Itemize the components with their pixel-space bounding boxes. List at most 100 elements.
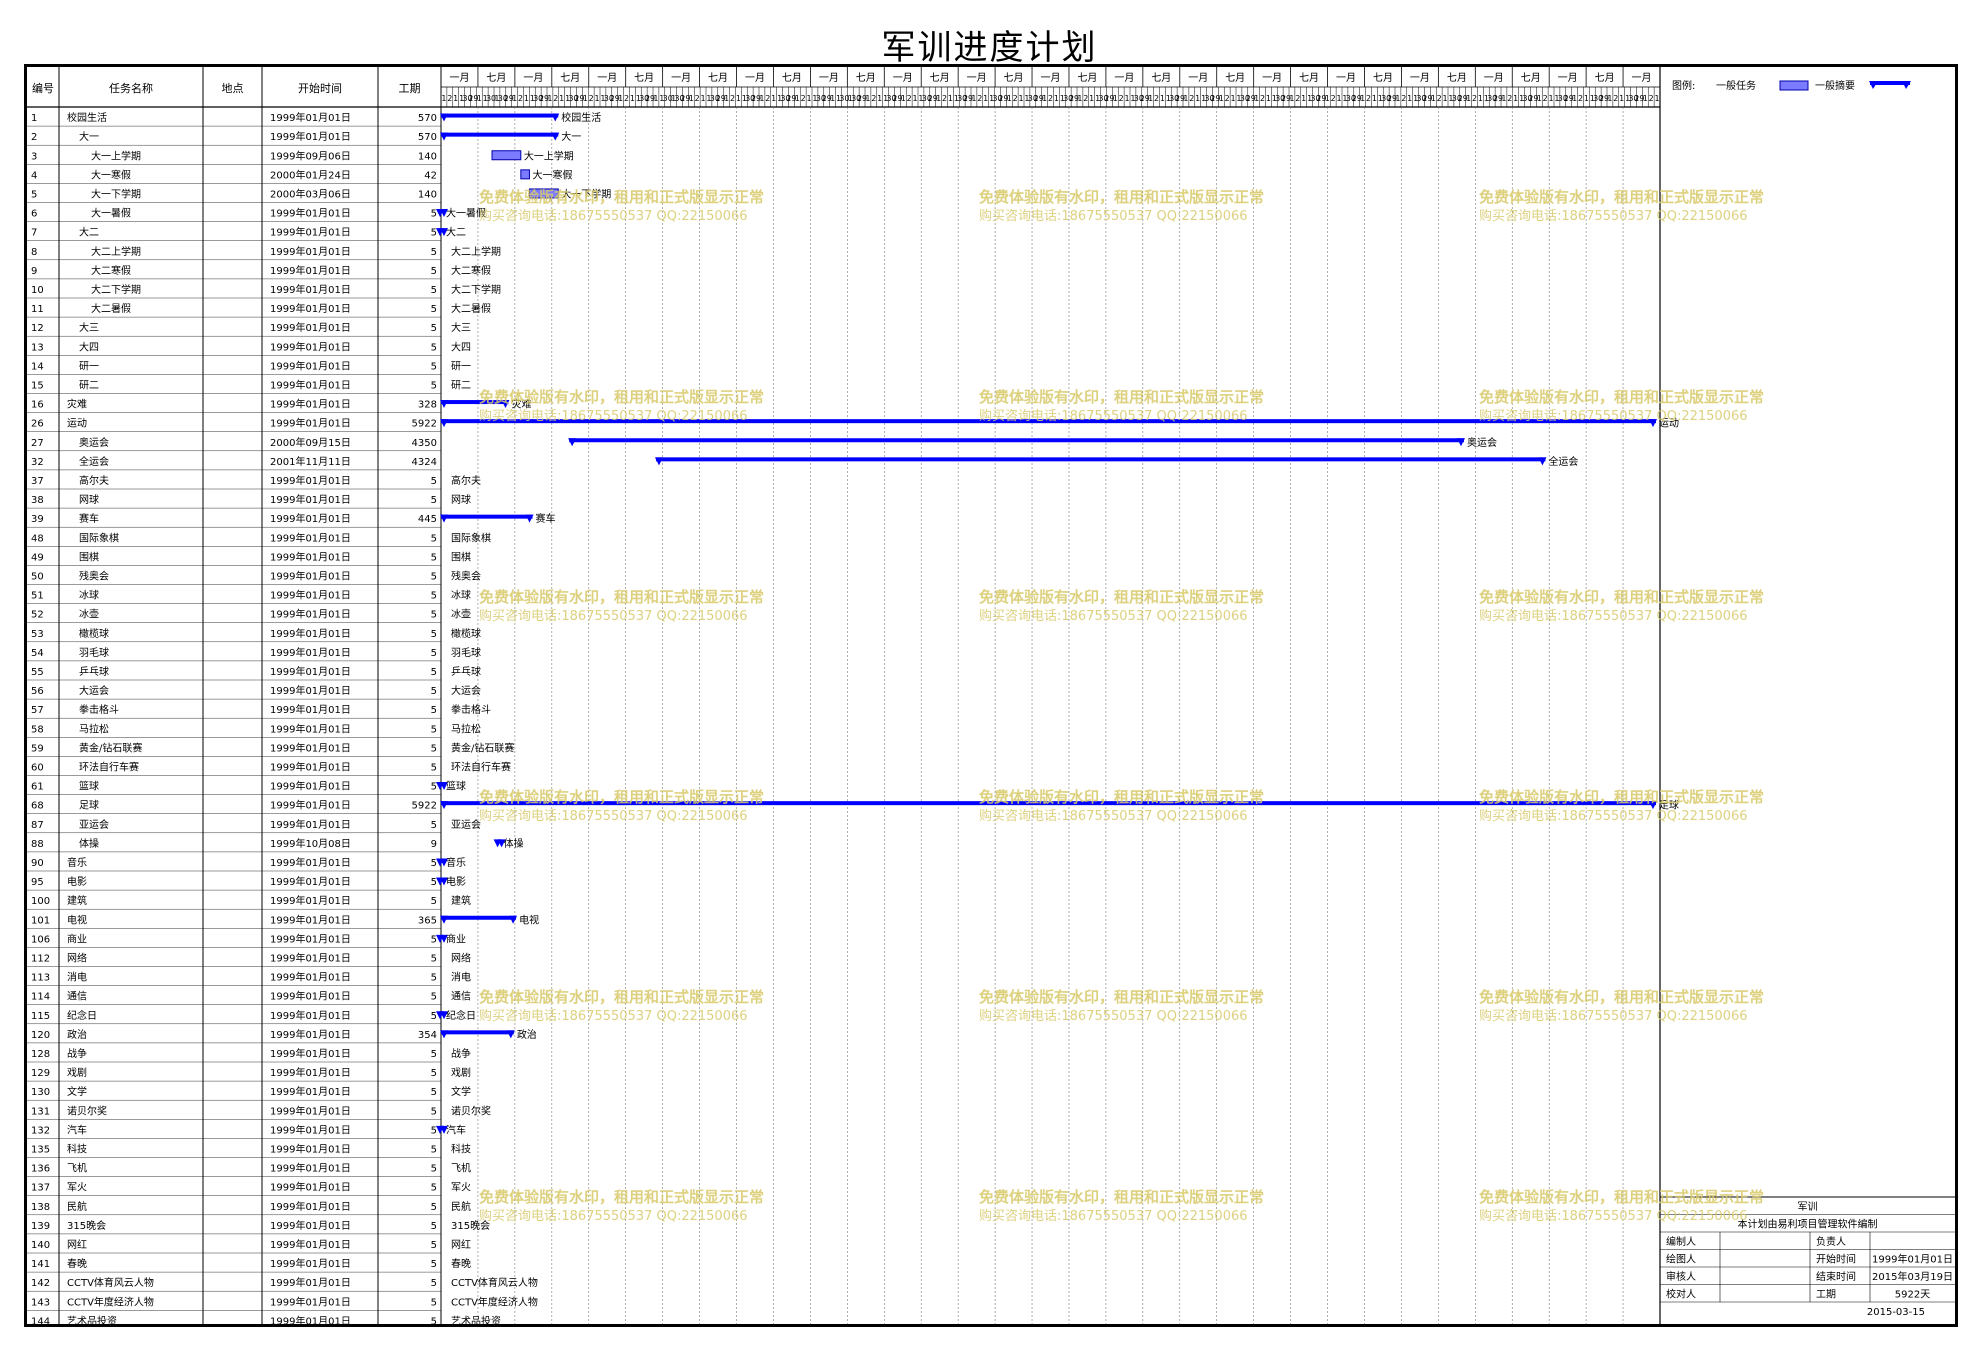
task-name[interactable]: 大一上学期 xyxy=(91,149,141,162)
task-name[interactable]: 消电 xyxy=(67,971,87,984)
task-name[interactable]: CCTV年度经济人物 xyxy=(67,1295,154,1308)
task-name[interactable]: 围棋 xyxy=(79,550,99,563)
task-name[interactable]: 政治 xyxy=(67,1028,87,1041)
task-name[interactable]: 建筑 xyxy=(67,894,87,907)
task-start: 1999年01月01日 xyxy=(270,570,351,583)
task-name[interactable]: 亚运会 xyxy=(79,818,109,831)
task-name[interactable]: 高尔夫 xyxy=(79,474,109,487)
bar-label: 电影 xyxy=(446,875,466,888)
task-name[interactable]: 戏剧 xyxy=(67,1067,87,1079)
infobox-cell: 校对人 xyxy=(1666,1288,1696,1301)
task-id: 143 xyxy=(31,1297,50,1308)
summary-bar[interactable] xyxy=(569,438,1464,443)
summary-bar[interactable] xyxy=(655,457,1546,462)
task-name[interactable]: 春晚 xyxy=(67,1258,87,1270)
task-name[interactable]: 大运会 xyxy=(79,684,109,697)
task-name[interactable]: 橄榄球 xyxy=(79,627,109,640)
infobox-note: 本计划由易利项目管理软件编制 xyxy=(1738,1218,1878,1231)
timescale-day: 1 xyxy=(653,94,658,103)
task-duration: 5 xyxy=(431,1297,437,1308)
task-name[interactable]: 大一暑假 xyxy=(91,207,131,220)
task-name[interactable]: 大二下学期 xyxy=(91,283,141,296)
gantt-chart[interactable]: 编号 任务名称 地点 开始时间 工期一月 七月 一月 七月 一月 七月 一月 七月 一月 七月 一月 七月 一月… xyxy=(27,67,1955,1324)
task-duration: 570 xyxy=(418,132,437,143)
watermark-line1: 免费体验版有水印，租用和正式版显示正常 xyxy=(979,188,1264,206)
task-name[interactable]: 诺贝尔奖 xyxy=(67,1104,107,1117)
timescale-day: 2 xyxy=(1154,94,1159,103)
task-name[interactable]: 大四 xyxy=(79,340,99,353)
summary-bar[interactable] xyxy=(441,514,533,519)
task-duration: 5 xyxy=(431,992,437,1003)
task-name[interactable]: 大二寒假 xyxy=(91,264,131,277)
task-name[interactable]: 飞机 xyxy=(67,1162,87,1175)
task-name[interactable]: 研二 xyxy=(79,380,99,392)
task-name[interactable]: 足球 xyxy=(79,799,99,812)
bar-label: 高尔夫 xyxy=(451,474,481,487)
task-duration: 5 xyxy=(431,266,437,277)
task-name[interactable]: 电影 xyxy=(67,875,87,888)
task-name[interactable]: 校园生活 xyxy=(67,111,107,124)
task-name[interactable]: 科技 xyxy=(67,1143,87,1156)
task-bar[interactable] xyxy=(491,150,522,161)
task-name[interactable]: 残奥会 xyxy=(79,570,109,583)
task-name[interactable]: 大二上学期 xyxy=(91,245,141,258)
bar-label: 汽车 xyxy=(446,1123,466,1136)
task-name[interactable]: 电视 xyxy=(67,913,87,926)
task-name[interactable]: 篮球 xyxy=(79,780,99,793)
timescale-month: 一月 xyxy=(1558,72,1578,84)
task-name[interactable]: 奥运会 xyxy=(79,436,109,449)
summary-bar[interactable] xyxy=(441,132,559,137)
task-name[interactable]: 315晚会 xyxy=(67,1219,106,1232)
task-name[interactable]: 商业 xyxy=(67,932,87,945)
task-name[interactable]: 网球 xyxy=(79,493,99,506)
task-name[interactable]: 汽车 xyxy=(67,1123,87,1136)
task-name[interactable]: 网络 xyxy=(67,952,87,965)
timescale-month: 七月 xyxy=(1373,72,1393,84)
task-name[interactable]: 大二暑假 xyxy=(91,302,131,315)
task-name[interactable]: 大二 xyxy=(79,226,99,239)
summary-bar[interactable] xyxy=(441,113,559,118)
summary-bar[interactable] xyxy=(441,1030,514,1035)
task-name[interactable]: 大三 xyxy=(79,321,99,334)
task-name[interactable]: 运动 xyxy=(67,418,87,430)
task-name[interactable]: 国际象棋 xyxy=(79,531,119,544)
task-name[interactable]: 军火 xyxy=(67,1182,87,1194)
task-start: 1999年01月01日 xyxy=(270,722,351,735)
task-name[interactable]: 艺术品投资 xyxy=(67,1314,117,1324)
summary-bar[interactable] xyxy=(441,915,517,920)
task-bar[interactable] xyxy=(520,169,530,180)
task-name[interactable]: 羽毛球 xyxy=(79,646,109,659)
task-duration: 5 xyxy=(431,1278,437,1289)
timescale-month: 一月 xyxy=(523,72,543,84)
task-name[interactable]: 体操 xyxy=(79,837,99,850)
task-duration: 5 xyxy=(431,1068,437,1079)
task-name[interactable]: 全运会 xyxy=(79,455,109,468)
task-start: 2000年09月15日 xyxy=(270,436,351,449)
task-name[interactable]: 纪念日 xyxy=(67,1009,97,1022)
task-name[interactable]: 冰壶 xyxy=(79,608,99,621)
task-name[interactable]: 大一寒假 xyxy=(91,168,131,181)
task-name[interactable]: 赛车 xyxy=(79,512,99,525)
task-name[interactable]: 网红 xyxy=(67,1238,87,1251)
task-name[interactable]: 研一 xyxy=(79,360,99,372)
legend-label: 图例: xyxy=(1672,79,1695,92)
task-name[interactable]: 黄金/钻石联赛 xyxy=(79,741,142,754)
task-name[interactable]: 民航 xyxy=(67,1200,87,1213)
task-name[interactable]: 环法自行车赛 xyxy=(79,761,139,774)
infobox-cell: 5922天 xyxy=(1895,1290,1930,1301)
task-name[interactable]: 通信 xyxy=(67,991,87,1003)
task-name[interactable]: 拳击格斗 xyxy=(79,703,119,716)
task-name[interactable]: 文学 xyxy=(67,1085,87,1098)
task-name[interactable]: 马拉松 xyxy=(79,722,109,735)
task-name[interactable]: 冰球 xyxy=(79,589,99,602)
task-name[interactable]: 灾难 xyxy=(67,398,87,411)
task-name[interactable]: 大一 xyxy=(79,130,99,143)
task-name[interactable]: 音乐 xyxy=(67,856,87,869)
watermark-line1: 免费体验版有水印，租用和正式版显示正常 xyxy=(1479,988,1764,1006)
task-name[interactable]: 大一下学期 xyxy=(91,188,141,201)
timescale-day: 2 xyxy=(871,94,876,103)
task-name[interactable]: CCTV体育风云人物 xyxy=(67,1276,154,1289)
task-name[interactable]: 乒乓球 xyxy=(79,665,109,678)
task-name[interactable]: 战争 xyxy=(67,1047,87,1060)
timescale-day: 1 xyxy=(877,94,882,103)
